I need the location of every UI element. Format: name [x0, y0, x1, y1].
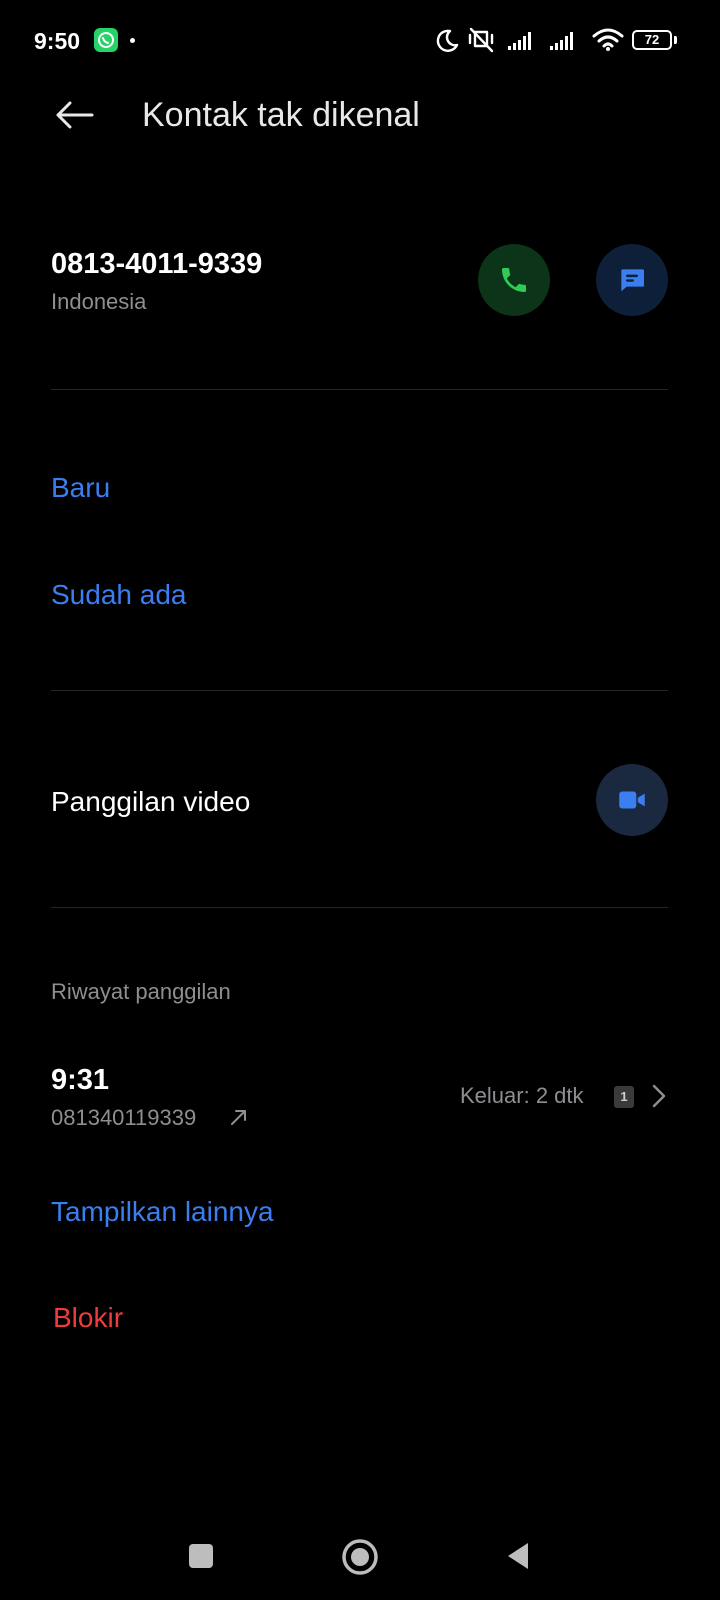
recent-apps-button[interactable]	[189, 1544, 213, 1568]
call-time: 9:31	[51, 1064, 110, 1096]
page-title: Kontak tak dikenal	[142, 96, 420, 134]
divider	[51, 907, 668, 908]
show-more-button[interactable]: Tampilkan lainnya	[51, 1194, 274, 1230]
message-button[interactable]	[596, 244, 668, 316]
status-time: 9:50	[34, 28, 81, 54]
battery-tip	[674, 36, 677, 44]
call-duration: Keluar: 2 dtk	[460, 1083, 584, 1108]
notification-dot-icon	[130, 38, 135, 43]
vibrate-off-icon	[468, 27, 494, 53]
sim-badge: 1	[614, 1086, 634, 1108]
home-button[interactable]	[341, 1538, 379, 1576]
video-call-label[interactable]: Panggilan video	[51, 784, 250, 820]
call-history-heading: Riwayat panggilan	[51, 979, 231, 1004]
new-contact-button[interactable]: Baru	[51, 470, 110, 506]
moon-icon	[436, 29, 459, 52]
arrow-left-icon	[56, 101, 94, 129]
block-button[interactable]: Blokir	[53, 1300, 123, 1336]
divider	[51, 389, 668, 390]
signal-icon	[508, 32, 531, 50]
country-label: Indonesia	[51, 289, 147, 314]
phone-number: 0813-4011-9339	[51, 248, 263, 280]
phone-icon	[502, 268, 526, 292]
nav-back-button[interactable]	[504, 1540, 532, 1572]
existing-contact-button[interactable]: Sudah ada	[51, 577, 186, 613]
battery-icon: 72	[632, 30, 672, 50]
video-camera-icon	[619, 791, 645, 809]
video-call-button[interactable]	[596, 764, 668, 836]
call-button[interactable]	[478, 244, 550, 316]
call-number: 081340119339	[51, 1105, 197, 1130]
wifi-icon	[592, 28, 624, 51]
divider	[51, 690, 668, 691]
back-button[interactable]	[44, 90, 104, 140]
message-icon	[621, 269, 644, 292]
chevron-right-icon[interactable]	[650, 1082, 668, 1110]
whatsapp-icon	[94, 28, 118, 52]
outgoing-call-icon	[231, 1110, 246, 1125]
signal-icon	[550, 32, 573, 50]
